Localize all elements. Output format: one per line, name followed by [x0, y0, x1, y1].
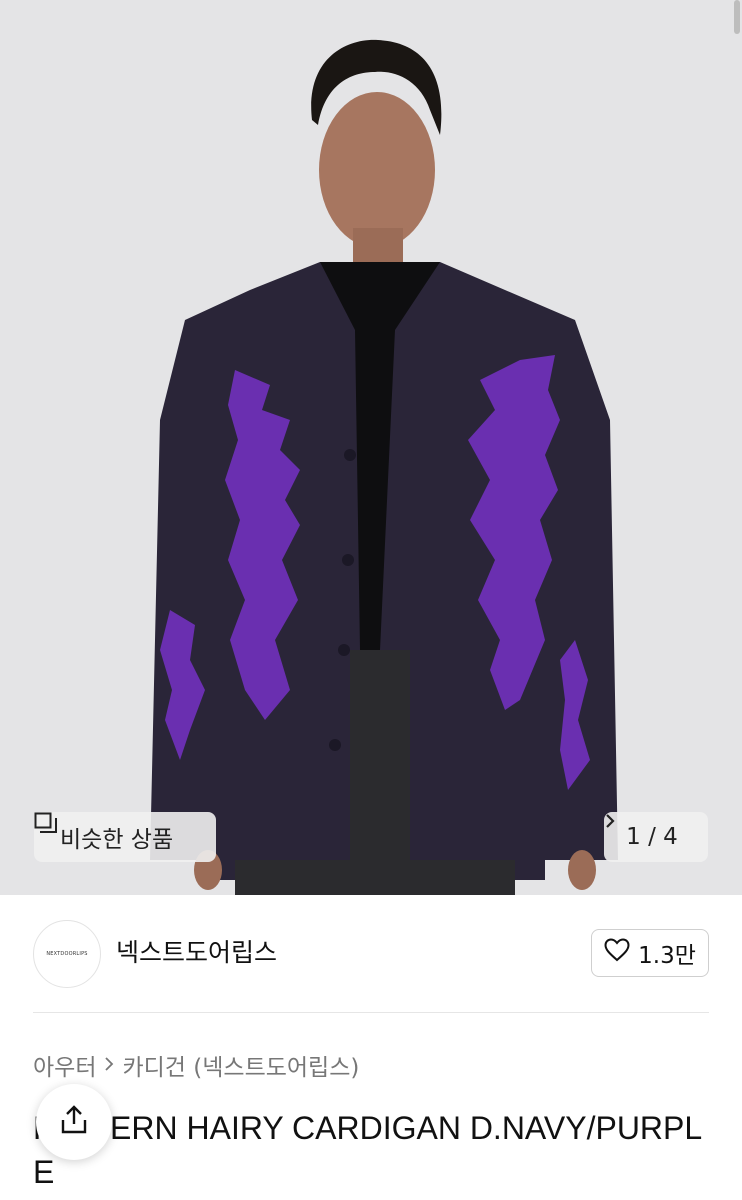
product-photo [0, 0, 742, 895]
seller-name[interactable]: 넥스트도어립스 [116, 933, 277, 969]
like-button[interactable]: 1.3만 [591, 929, 709, 977]
divider [33, 1012, 709, 1013]
breadcrumb: 아우터 카디건 (넥스트도어립스) [33, 1048, 359, 1082]
scrollbar-thumb[interactable] [734, 0, 740, 34]
share-icon [58, 1104, 90, 1140]
pager-text: 1 / 4 [626, 824, 678, 850]
seller-logo[interactable]: NEXTDOORLIPS [33, 920, 101, 988]
breadcrumb-child[interactable]: 카디건 (넥스트도어립스) [122, 1048, 359, 1082]
similar-products-button[interactable]: 비슷한 상품 [34, 812, 216, 862]
product-image-carousel[interactable]: 비슷한 상품 1 / 4 [0, 0, 742, 895]
seller-logo-text: NEXTDOORLIPS [46, 951, 88, 957]
heart-icon [604, 938, 630, 968]
seller-row: NEXTDOORLIPS 넥스트도어립스 1.3만 [0, 895, 742, 1013]
product-title: PATTERN HAIRY CARDIGAN D.NAVY/PURPLE [33, 1110, 703, 1190]
like-count: 1.3만 [638, 943, 696, 969]
similar-products-label: 비슷한 상품 [60, 827, 174, 853]
chevron-right-icon [104, 1052, 114, 1078]
share-button[interactable] [36, 1084, 112, 1160]
breadcrumb-parent[interactable]: 아우터 [33, 1048, 96, 1082]
image-pager[interactable]: 1 / 4 [604, 812, 708, 862]
